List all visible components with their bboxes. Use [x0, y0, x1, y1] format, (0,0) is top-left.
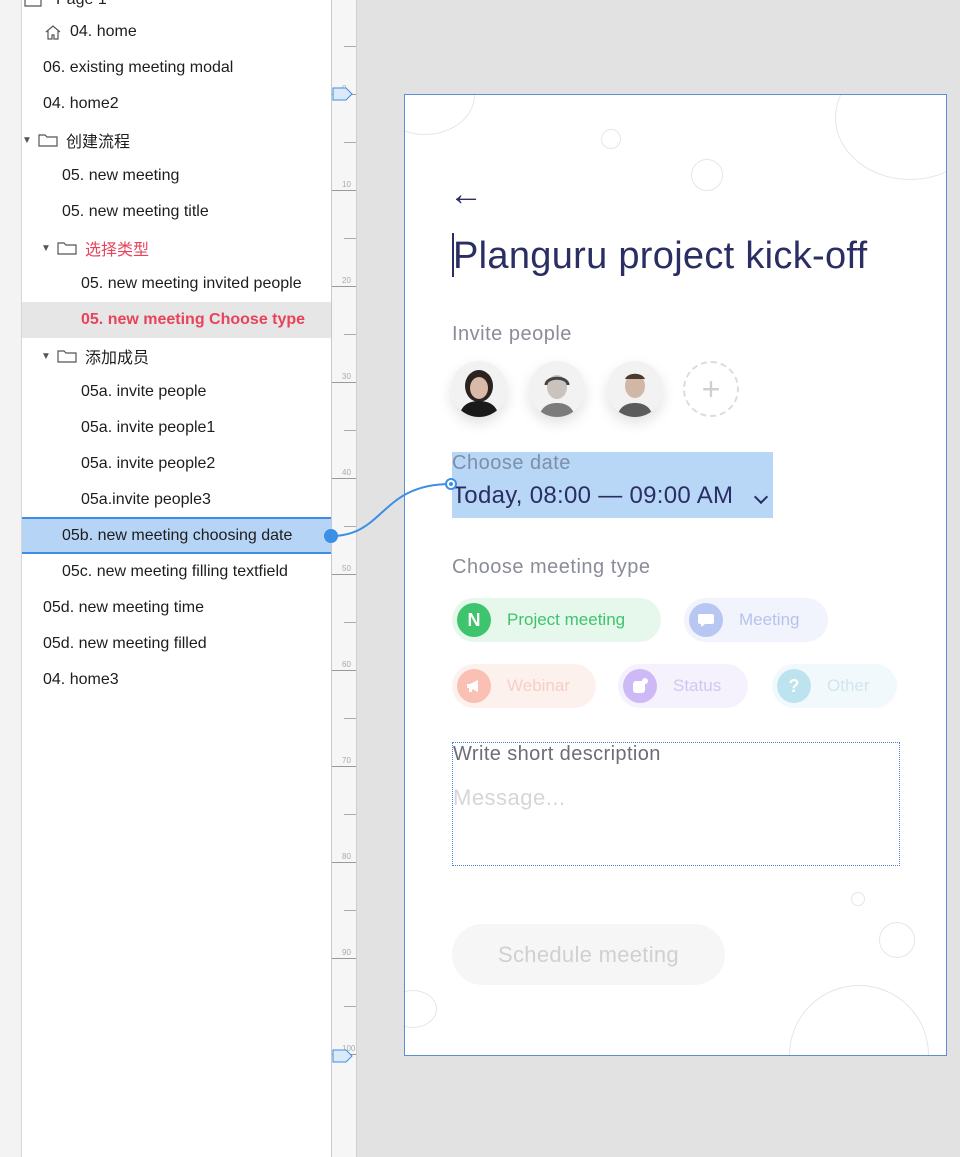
artboard-end-flag-icon[interactable] [332, 1049, 353, 1063]
artboard-start-flag-icon[interactable] [332, 87, 353, 101]
prototype-link [324, 87, 457, 1063]
link-start-handle[interactable] [324, 529, 338, 543]
